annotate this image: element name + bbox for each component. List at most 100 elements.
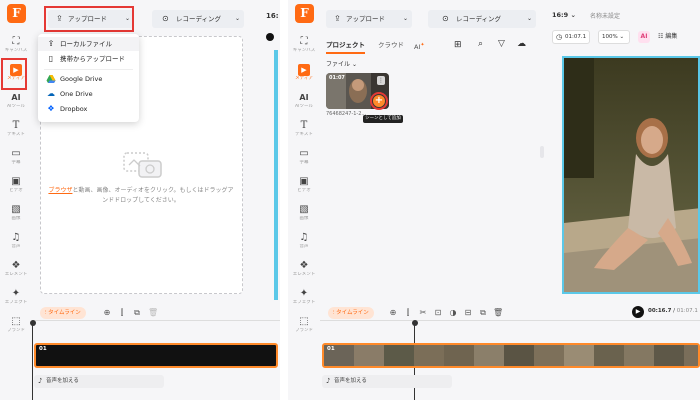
playhead-handle[interactable] bbox=[412, 320, 418, 326]
sidebar-item-media[interactable]: ▶ メディア bbox=[288, 62, 320, 90]
left-sidebar-rail: F ⛶ キャンバス ▶ メディア AI AIツール T テキスト ▭ 字幕 ▣ … bbox=[0, 0, 32, 345]
dropdown-item-dropbox[interactable]: ❖ Dropbox bbox=[38, 102, 139, 116]
upload-icon: ⇪ bbox=[47, 39, 55, 48]
playhead-handle[interactable] bbox=[30, 320, 36, 326]
caption-icon[interactable]: ⊟ bbox=[463, 308, 473, 318]
color-dot[interactable] bbox=[266, 33, 274, 41]
sidebar-item-video[interactable]: ▣ ビデオ bbox=[288, 174, 320, 202]
filter-icon[interactable]: ▽ bbox=[498, 39, 505, 49]
video-icon: ▣ bbox=[11, 176, 21, 187]
new-folder-icon[interactable]: ⊞ bbox=[454, 40, 462, 50]
sidebar-item-image[interactable]: ▧ 画像 bbox=[288, 202, 320, 230]
add-scene-highlight bbox=[370, 92, 388, 110]
app-logo: F bbox=[295, 4, 314, 23]
add-audio-track[interactable]: ♪ 音声を加える bbox=[34, 375, 164, 388]
sidebar-item-text[interactable]: T テキスト bbox=[0, 118, 32, 146]
copy-icon[interactable]: ⧉ bbox=[478, 308, 488, 318]
copy-icon[interactable]: ⧉ bbox=[132, 308, 142, 318]
timeline-toolbar: ⫶ タイムライン ⊕ ⫿ ⧉ 🗑 bbox=[32, 306, 280, 320]
file-filter-dropdown[interactable]: ファイル ⌄ bbox=[326, 59, 357, 68]
play-button[interactable]: ▶ bbox=[632, 306, 644, 318]
tab-cloud[interactable]: クラウド bbox=[378, 38, 404, 52]
right-screenshot-panel: F ⛶ キャンバス ▶ メディア AI AIツール T テキスト ▭ 字幕 ▣ … bbox=[288, 0, 700, 400]
dropdown-item-phone-upload[interactable]: ▯ 携帯からアップロード bbox=[38, 52, 139, 66]
preview-frame-image bbox=[564, 58, 698, 292]
music-icon: ♪ bbox=[326, 377, 331, 385]
aspect-ratio-dropdown[interactable]: 16:9 ⌄ bbox=[552, 11, 576, 19]
onedrive-icon: ☁ bbox=[47, 89, 55, 98]
sidebar-item-audio[interactable]: ♫ 音声 bbox=[288, 230, 320, 258]
effect-icon: ✦ bbox=[11, 288, 21, 299]
element-icon: ❖ bbox=[11, 260, 21, 271]
delete-icon[interactable]: 🗑 bbox=[493, 308, 503, 318]
dropbox-icon: ❖ bbox=[47, 104, 55, 113]
image-icon: ▧ bbox=[299, 204, 309, 215]
ai-badge-icon: ✦ bbox=[420, 42, 425, 48]
recording-button[interactable]: ⊙ レコーディング ⌄ bbox=[152, 10, 244, 28]
aspect-ratio-label[interactable]: 16: bbox=[266, 12, 279, 20]
expand-icon: ⛶ bbox=[12, 36, 20, 47]
sidebar-item-element[interactable]: ❖ エレメント bbox=[288, 258, 320, 286]
sidebar-item-effect[interactable]: ✦ エフェクト bbox=[0, 286, 32, 314]
image-icon: ▧ bbox=[11, 204, 21, 215]
tab-ai[interactable]: AI✦ bbox=[414, 38, 425, 54]
browse-link[interactable]: ブラウザ bbox=[48, 187, 72, 194]
timeline-tab[interactable]: ⫶ タイムライン bbox=[328, 307, 374, 319]
sidebar-item-text[interactable]: T テキスト bbox=[288, 118, 320, 146]
video-track-clip[interactable]: 01 bbox=[34, 343, 278, 368]
video-preview[interactable] bbox=[562, 56, 700, 294]
sidebar-item-brand[interactable]: ⬚ ブランド bbox=[288, 314, 320, 342]
tab-project[interactable]: プロジェクト bbox=[326, 38, 365, 54]
google-drive-icon bbox=[46, 74, 56, 84]
sidebar-item-ai-tools[interactable]: AI AIツール bbox=[288, 90, 320, 118]
chevron-down-icon: ⌄ bbox=[351, 61, 357, 68]
sidebar-item-audio[interactable]: ♫ 音声 bbox=[0, 230, 32, 258]
playhead-line bbox=[32, 325, 33, 400]
transition-icon[interactable]: ◑ bbox=[448, 308, 458, 318]
add-icon[interactable]: ⊕ bbox=[102, 308, 112, 318]
sidebar-item-subtitle[interactable]: ▭ 字幕 bbox=[0, 146, 32, 174]
sidebar-item-brand[interactable]: ⬚ ブランド bbox=[0, 314, 32, 342]
sidebar-item-canvas[interactable]: ⛶ キャンバス bbox=[288, 34, 320, 62]
zoom-dropdown[interactable]: 100% ⌄ bbox=[598, 30, 630, 44]
cut-icon[interactable]: ✂ bbox=[418, 308, 428, 318]
add-audio-track[interactable]: ♪ 音声を加える bbox=[322, 375, 452, 388]
phone-icon: ▯ bbox=[48, 54, 54, 63]
video-track-clip[interactable]: 01 bbox=[322, 343, 700, 368]
timeline-tab[interactable]: ⫶ タイムライン bbox=[40, 307, 86, 319]
recording-button[interactable]: ⊙ レコーディング ⌄ bbox=[428, 10, 536, 28]
sidebar-item-image[interactable]: ▧ 画像 bbox=[0, 202, 32, 230]
upload-button[interactable]: ⇪ アップロード ⌄ bbox=[326, 10, 412, 28]
dropdown-item-local-file[interactable]: ⇪ ローカルファイル bbox=[38, 37, 139, 51]
dropdown-item-google-drive[interactable]: Google Drive bbox=[38, 72, 139, 86]
dropdown-item-onedrive[interactable]: ☁ One Drive bbox=[38, 87, 139, 101]
crop-icon[interactable]: ⊡ bbox=[433, 308, 443, 318]
screenshot-divider bbox=[280, 0, 288, 400]
record-icon: ⊙ bbox=[442, 14, 449, 23]
subtitle-icon: ▭ bbox=[11, 148, 21, 159]
app-logo: F bbox=[7, 4, 26, 23]
split-icon[interactable]: ⫿ bbox=[403, 308, 413, 318]
chevron-down-icon: ⌄ bbox=[402, 15, 408, 22]
sidebar-item-video[interactable]: ▣ ビデオ bbox=[0, 174, 32, 202]
split-icon[interactable]: ⫿ bbox=[117, 308, 127, 318]
chevron-down-icon: ⌄ bbox=[570, 11, 576, 19]
expand-icon: ⛶ bbox=[300, 36, 308, 47]
sidebar-item-ai-tools[interactable]: AI AIツール bbox=[0, 90, 32, 118]
brand-icon: ⬚ bbox=[11, 316, 21, 327]
project-title[interactable]: 名称未設定 bbox=[590, 11, 620, 20]
cloud-icon[interactable]: ☁ bbox=[517, 39, 526, 49]
sidebar-item-subtitle[interactable]: ▭ 字幕 bbox=[288, 146, 320, 174]
sidebar-item-effect[interactable]: ✦ エフェクト bbox=[288, 286, 320, 314]
delete-icon[interactable]: 🗑 bbox=[148, 308, 158, 318]
edit-button[interactable]: ☷ 編集 bbox=[658, 30, 677, 44]
sidebar-item-element[interactable]: ❖ エレメント bbox=[0, 258, 32, 286]
search-icon[interactable]: ⌕ bbox=[478, 39, 483, 49]
duration-display[interactable]: ◷ 01:07.1 bbox=[552, 30, 590, 44]
more-options-icon[interactable]: ⋮ bbox=[377, 76, 385, 85]
ai-edit-icon[interactable]: AI bbox=[638, 31, 650, 43]
media-folder-icon: ▶ bbox=[298, 64, 310, 76]
add-icon[interactable]: ⊕ bbox=[388, 308, 398, 318]
right-sidebar-rail: F ⛶ キャンバス ▶ メディア AI AIツール T テキスト ▭ 字幕 ▣ … bbox=[288, 0, 320, 345]
panel-collapse-handle[interactable] bbox=[540, 146, 544, 158]
